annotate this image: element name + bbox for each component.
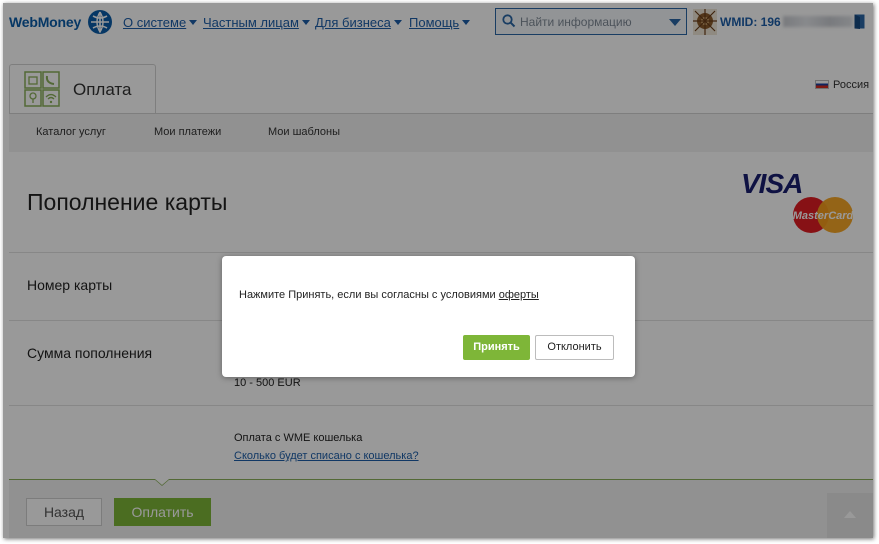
offer-dialog: Нажмите Принять, если вы согласны с усло… (222, 256, 635, 377)
browser-page: WebMoney О системе Частным лицам Для биз… (3, 3, 873, 538)
offer-message: Нажмите Принять, если вы согласны с усло… (239, 289, 499, 301)
offer-link[interactable]: оферты (499, 289, 539, 301)
offer-text: Нажмите Принять, если вы согласны с усло… (239, 289, 539, 301)
decline-button[interactable]: Отклонить (535, 335, 614, 360)
accept-button[interactable]: Принять (463, 335, 530, 360)
